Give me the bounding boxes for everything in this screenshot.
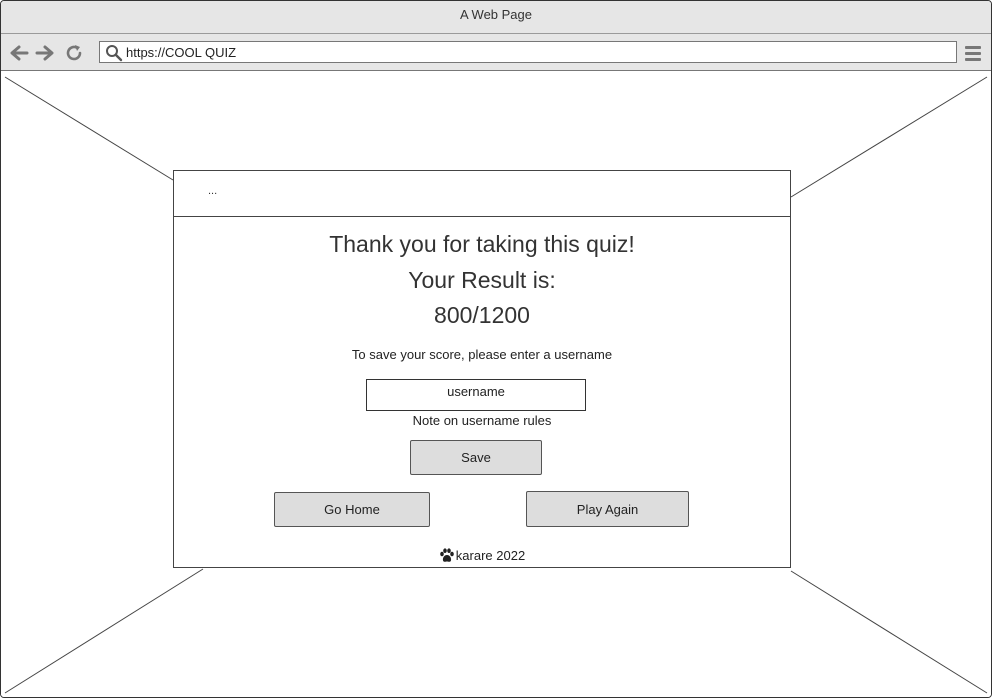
header-text: ...: [208, 185, 218, 197]
result-label: Your Result is:: [408, 267, 556, 293]
paw-icon: [439, 548, 454, 562]
footer: karare 2022: [174, 548, 790, 563]
back-button[interactable]: [8, 42, 30, 64]
score-value: 800/1200: [434, 302, 530, 328]
username-input[interactable]: [366, 379, 586, 411]
go-home-button[interactable]: Go Home: [274, 492, 430, 527]
username-note: Note on username rules: [412, 413, 552, 428]
search-icon: [106, 45, 123, 62]
footer-text: karare 2022: [455, 548, 526, 563]
forward-button[interactable]: [34, 42, 56, 64]
save-prompt: To save your score, please enter a usern…: [351, 347, 613, 362]
browser-window: A Web Page https://COOL QUIZ ... Thank y…: [0, 0, 992, 698]
window-title: A Web Page: [1, 1, 991, 34]
reload-button[interactable]: [63, 42, 85, 64]
save-button[interactable]: Save: [410, 440, 542, 475]
play-again-button[interactable]: Play Again: [526, 491, 689, 527]
page-viewport: ... Thank you for taking this quiz! Your…: [1, 71, 991, 697]
address-bar[interactable]: https://COOL QUIZ: [99, 41, 957, 63]
card-header: ...: [174, 171, 790, 217]
address-url: https://COOL QUIZ: [126, 45, 237, 60]
result-card: ... Thank you for taking this quiz! Your…: [173, 170, 791, 568]
arrow-left-icon: [10, 45, 29, 61]
browser-menu-button[interactable]: [963, 43, 983, 63]
arrow-right-icon: [35, 45, 54, 61]
hamburger-menu-icon: [965, 46, 981, 61]
reload-icon: [66, 45, 82, 61]
thank-you-heading: Thank you for taking this quiz!: [329, 231, 635, 257]
browser-toolbar: https://COOL QUIZ: [1, 34, 991, 71]
